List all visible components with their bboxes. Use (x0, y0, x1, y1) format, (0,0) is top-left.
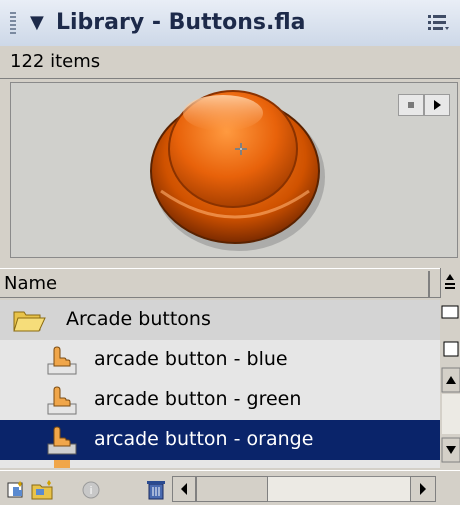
list-item-label: arcade button - green (94, 388, 302, 410)
stop-button[interactable] (398, 94, 424, 116)
symbol-preview (10, 82, 458, 258)
sort-order-icon (445, 274, 455, 289)
stop-icon (408, 102, 414, 108)
list-item-label: arcade button - orange (94, 428, 314, 450)
item-count: 122 items (10, 51, 101, 72)
list-item[interactable]: arcade button - green (0, 380, 440, 420)
list-item[interactable]: arcade button - blue (0, 340, 440, 380)
properties-icon[interactable]: i (80, 479, 102, 501)
list-item-selected[interactable]: arcade button - orange (0, 420, 440, 460)
list-item-label: Arcade buttons (66, 308, 211, 330)
button-symbol-icon (47, 386, 77, 415)
sort-order-button[interactable] (440, 268, 460, 298)
side-controls-icon (441, 305, 460, 463)
new-folder-icon[interactable] (30, 479, 56, 501)
item-count-bar: 122 items (0, 46, 460, 79)
delete-icon[interactable] (144, 477, 168, 501)
folder-open-icon (13, 311, 46, 332)
new-symbol-icon[interactable] (6, 479, 28, 501)
play-icon (434, 100, 441, 110)
chevron-right-icon (420, 483, 426, 495)
list-item-label: arcade button - blue (94, 348, 288, 370)
vertical-scrollbar[interactable] (440, 298, 460, 470)
list-item[interactable]: Arcade buttons (0, 300, 440, 340)
collapse-triangle-icon[interactable]: ▼ (30, 12, 44, 33)
svg-text:i: i (89, 484, 92, 497)
panel-title: Library - Buttons.fla (56, 10, 306, 35)
button-symbol-icon (54, 460, 70, 468)
button-symbol-icon (47, 346, 77, 375)
column-divider[interactable] (428, 271, 430, 297)
scroll-right-button[interactable] (410, 476, 436, 502)
list-item[interactable] (0, 460, 440, 468)
arcade-button-preview-image (150, 90, 325, 251)
horizontal-scroll-thumb[interactable] (196, 476, 268, 502)
panel-options-menu-icon[interactable] (426, 12, 450, 34)
panel-grip-icon[interactable] (10, 12, 16, 34)
scroll-left-button[interactable] (172, 476, 196, 502)
chevron-left-icon (181, 483, 187, 495)
name-column-header[interactable]: Name (0, 268, 440, 298)
name-column-label: Name (4, 273, 58, 294)
play-button[interactable] (424, 94, 450, 116)
button-symbol-icon (47, 426, 77, 455)
